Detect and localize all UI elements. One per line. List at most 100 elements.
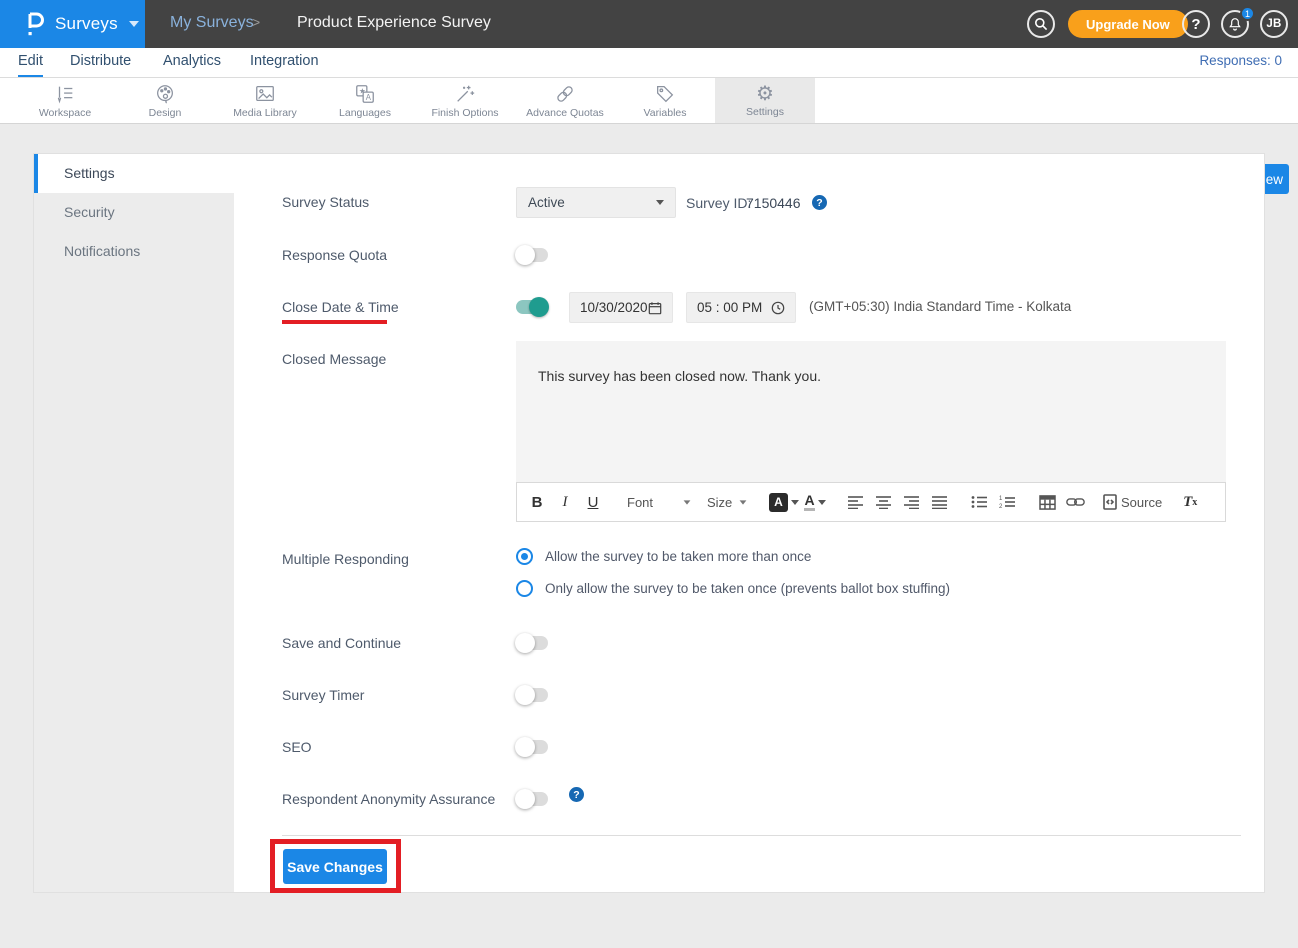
align-center-button[interactable] bbox=[871, 489, 895, 515]
source-label: Source bbox=[1121, 495, 1162, 510]
tab-edit[interactable]: Edit bbox=[18, 48, 43, 77]
insert-table-button[interactable] bbox=[1035, 489, 1059, 515]
insert-link-button[interactable] bbox=[1063, 489, 1087, 515]
notifications-button[interactable]: 1 bbox=[1221, 10, 1249, 38]
close-date-value: 10/30/2020 bbox=[580, 300, 648, 315]
text-color-button[interactable]: A bbox=[803, 489, 827, 515]
tag-icon bbox=[654, 83, 676, 105]
italic-button[interactable]: I bbox=[553, 489, 577, 515]
toolbar-item-finish-options[interactable]: Finish Options bbox=[415, 78, 515, 123]
toolbar-item-media-library[interactable]: Media Library bbox=[215, 78, 315, 123]
link-icon bbox=[1066, 496, 1085, 508]
close-time-input[interactable]: 05 : 00 PM bbox=[686, 292, 796, 323]
search-button[interactable] bbox=[1027, 10, 1055, 38]
toggle-knob bbox=[515, 685, 535, 705]
closed-message-editor[interactable]: This survey has been closed now. Thank y… bbox=[516, 341, 1226, 482]
multiple-responding-option-2[interactable]: Only allow the survey to be taken once (… bbox=[516, 580, 950, 597]
toolbar-item-label: Media Library bbox=[233, 107, 297, 119]
toolbar-item-workspace[interactable]: Workspace bbox=[15, 78, 115, 123]
bold-button[interactable]: B bbox=[525, 489, 549, 515]
question-mark-icon: ? bbox=[1191, 16, 1200, 33]
toggle-knob bbox=[515, 737, 535, 757]
survey-status-select[interactable]: Active bbox=[516, 187, 676, 218]
toolbar-item-label: Design bbox=[149, 107, 182, 119]
bell-icon bbox=[1227, 16, 1243, 32]
response-quota-label: Response Quota bbox=[282, 247, 387, 263]
divider bbox=[282, 835, 1241, 836]
toolbar-item-label: Advance Quotas bbox=[526, 107, 604, 119]
remove-format-x: x bbox=[1192, 497, 1197, 508]
toggle-knob bbox=[515, 245, 535, 265]
seo-toggle[interactable] bbox=[516, 740, 548, 754]
survey-status-value: Active bbox=[528, 195, 565, 210]
toolbar-item-design[interactable]: Design bbox=[115, 78, 215, 123]
survey-timer-label: Survey Timer bbox=[282, 687, 364, 703]
survey-timer-toggle[interactable] bbox=[516, 688, 548, 702]
tab-distribute[interactable]: Distribute bbox=[70, 48, 131, 77]
numbered-list-button[interactable]: 1 2 bbox=[995, 489, 1019, 515]
breadcrumb-separator: > bbox=[252, 14, 260, 30]
toolbar-item-languages[interactable]: ★ A Languages bbox=[315, 78, 415, 123]
sidebar-item-notifications[interactable]: Notifications bbox=[34, 232, 234, 271]
justify-button[interactable] bbox=[927, 489, 951, 515]
question-mark-icon: ? bbox=[816, 197, 822, 209]
close-date-input[interactable]: 10/30/2020 bbox=[569, 292, 673, 323]
chain-links-icon bbox=[554, 83, 576, 105]
toolbar-item-advance-quotas[interactable]: Advance Quotas bbox=[515, 78, 615, 123]
responses-count: Responses: 0 bbox=[1199, 53, 1282, 68]
notification-badge: 1 bbox=[1240, 6, 1255, 21]
workspace-icon bbox=[54, 83, 76, 105]
toolbar-item-label: Settings bbox=[746, 106, 784, 118]
background-color-button[interactable]: A bbox=[769, 489, 799, 515]
align-left-icon bbox=[847, 495, 864, 509]
bg-color-icon: A bbox=[769, 493, 788, 512]
questionpro-settings-page: Surveys My Surveys > Product Experience … bbox=[0, 0, 1298, 948]
closed-message-label: Closed Message bbox=[282, 351, 386, 367]
radio-selected-icon bbox=[516, 548, 533, 565]
respondent-anonymity-toggle[interactable] bbox=[516, 792, 548, 806]
radio-unselected-icon bbox=[516, 580, 533, 597]
gear-icon: ⚙ bbox=[756, 84, 774, 104]
toolbar-item-label: Languages bbox=[339, 107, 391, 119]
breadcrumb-parent[interactable]: My Surveys bbox=[170, 14, 254, 32]
tab-integration[interactable]: Integration bbox=[250, 48, 319, 77]
toolbar-item-label: Finish Options bbox=[431, 107, 498, 119]
source-button[interactable]: Source bbox=[1103, 489, 1162, 515]
underline-button[interactable]: U bbox=[581, 489, 605, 515]
toolbar-item-label: Workspace bbox=[39, 107, 91, 119]
settings-sidebar: Settings Security Notifications bbox=[34, 154, 234, 892]
timezone-text: (GMT+05:30) India Standard Time - Kolkat… bbox=[809, 299, 1071, 314]
image-icon bbox=[254, 83, 276, 105]
size-dropdown[interactable]: Size bbox=[701, 489, 753, 515]
toolbar-item-settings[interactable]: ⚙ Settings bbox=[715, 78, 815, 123]
response-quota-toggle[interactable] bbox=[516, 248, 548, 262]
chevron-down-icon bbox=[740, 500, 747, 504]
svg-text:A: A bbox=[366, 92, 372, 101]
magic-wand-icon bbox=[454, 83, 476, 105]
sidebar-item-settings[interactable]: Settings bbox=[34, 154, 234, 193]
font-dropdown[interactable]: Font bbox=[621, 489, 697, 515]
help-button[interactable]: ? bbox=[1182, 10, 1210, 38]
font-dropdown-label: Font bbox=[627, 495, 653, 510]
questionpro-logo-icon bbox=[22, 11, 46, 37]
close-date-time-toggle[interactable] bbox=[516, 300, 548, 314]
toolbar-item-variables[interactable]: Variables bbox=[615, 78, 715, 123]
size-dropdown-label: Size bbox=[707, 495, 732, 510]
product-switcher[interactable]: Surveys bbox=[0, 0, 145, 48]
upgrade-now-button[interactable]: Upgrade Now bbox=[1068, 10, 1188, 38]
multiple-responding-option-1[interactable]: Allow the survey to be taken more than o… bbox=[516, 548, 811, 565]
tab-analytics[interactable]: Analytics bbox=[163, 48, 221, 77]
align-left-button[interactable] bbox=[843, 489, 867, 515]
text-color-icon: A bbox=[804, 493, 814, 511]
sidebar-item-security[interactable]: Security bbox=[34, 193, 234, 232]
remove-format-button[interactable]: Tx bbox=[1178, 489, 1202, 515]
align-right-button[interactable] bbox=[899, 489, 923, 515]
account-avatar[interactable]: JB bbox=[1260, 10, 1288, 38]
svg-text:2: 2 bbox=[999, 504, 1003, 509]
bullet-list-button[interactable] bbox=[967, 489, 991, 515]
save-and-continue-toggle[interactable] bbox=[516, 636, 548, 650]
toolbar-item-label: Variables bbox=[644, 107, 687, 119]
survey-id-help-icon[interactable]: ? bbox=[812, 195, 827, 210]
bullet-list-icon bbox=[971, 495, 988, 509]
respondent-anonymity-help-icon[interactable]: ? bbox=[569, 787, 584, 802]
